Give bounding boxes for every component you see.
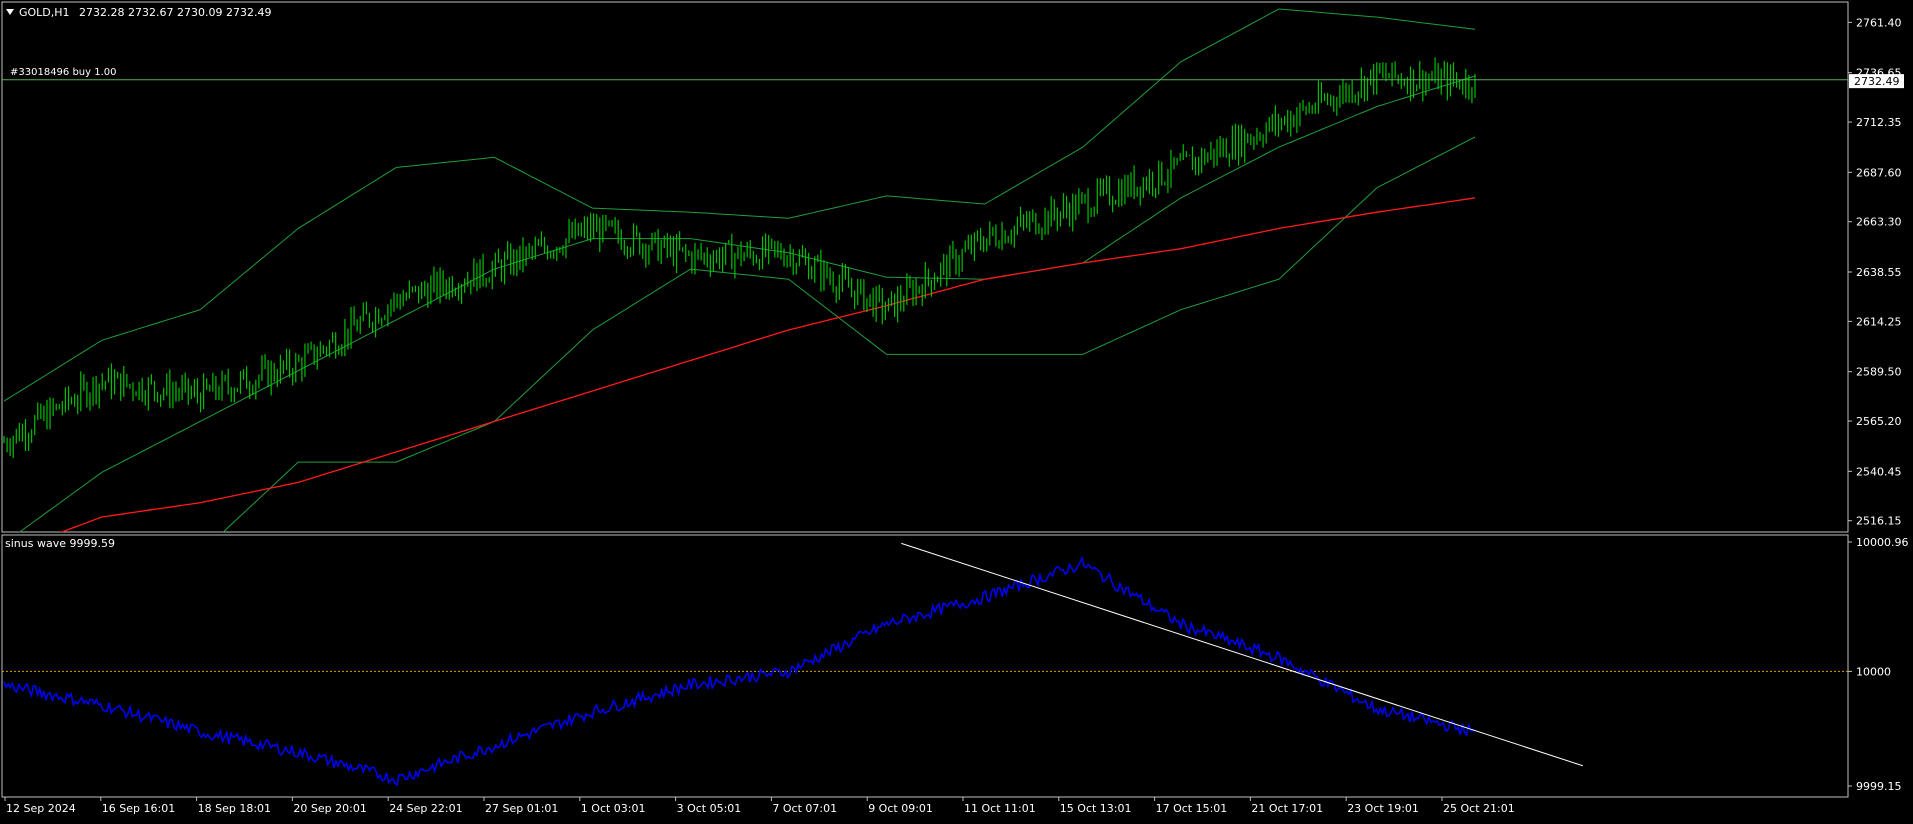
indicator-panel-frame (1, 534, 1849, 798)
price-tick-label: 2663.30 (1856, 216, 1902, 229)
time-tick-label: 1 Oct 03:01 (581, 802, 646, 815)
indicator-tick-label: 9999.15 (1856, 780, 1902, 793)
price-tick-label: 2565.20 (1856, 415, 1902, 428)
main-plot-area (2, 8, 1848, 532)
time-tick-label: 17 Oct 15:01 (1156, 802, 1228, 815)
bollinger-upper-line (3, 8, 1476, 402)
time-tick-label: 18 Sep 18:01 (198, 802, 271, 815)
price-tick-label: 2516.15 (1856, 515, 1902, 528)
time-tick-label: 20 Sep 20:01 (293, 802, 366, 815)
indicator-label: sinus wave 9999.59 (5, 537, 115, 550)
bollinger-lower-line (222, 136, 1476, 532)
indicator-tick-label: 10000 (1856, 665, 1891, 678)
indicator-tick-label: 10000.96 (1856, 536, 1909, 549)
time-tick-label: 7 Oct 07:01 (772, 802, 837, 815)
chart-root[interactable]: 2761.40 2736.65 2712.35 2687.60 2663.30 2638.… (0, 0, 1913, 820)
time-tick-label: 11 Oct 11:01 (964, 802, 1036, 815)
price-tick-label: 2687.60 (1856, 166, 1902, 179)
trend-line (901, 542, 1584, 767)
symbol-label: GOLD,H1 (19, 6, 70, 19)
time-tick-label: 21 Oct 17:01 (1251, 802, 1323, 815)
time-tick-label: 23 Oct 19:01 (1347, 802, 1419, 815)
time-tick-label: 9 Oct 09:01 (868, 802, 933, 815)
current-price-label: 2732.49 (1854, 75, 1900, 88)
order-label[interactable]: #33018496 buy 1.00 (10, 67, 117, 78)
chart-svg[interactable]: 2761.402736.652712.352687.602663.302638.… (0, 0, 1913, 820)
time-tick-label: 15 Oct 13:01 (1060, 802, 1132, 815)
price-tick-label: 2614.25 (1856, 315, 1902, 328)
time-tick-label: 24 Sep 22:01 (389, 802, 462, 815)
symbol-menu-icon[interactable] (6, 9, 14, 15)
time-tick-label: 27 Sep 01:01 (485, 802, 558, 815)
indicator-plot-area (2, 542, 1848, 787)
price-tick-label: 2540.45 (1856, 465, 1902, 478)
price-tick-label: 2589.50 (1856, 366, 1902, 379)
price-tick-label: 2712.35 (1856, 116, 1902, 129)
time-tick-label: 25 Oct 21:01 (1443, 802, 1515, 815)
price-tick-label: 2761.40 (1856, 16, 1902, 29)
time-tick-label: 3 Oct 05:01 (677, 802, 742, 815)
time-tick-label: 12 Sep 2024 (6, 802, 76, 815)
time-tick-label: 16 Sep 16:01 (102, 802, 175, 815)
ohlc-values: 2732.28 2732.67 2730.09 2732.49 (79, 6, 272, 19)
price-tick-label: 2638.55 (1856, 266, 1902, 279)
